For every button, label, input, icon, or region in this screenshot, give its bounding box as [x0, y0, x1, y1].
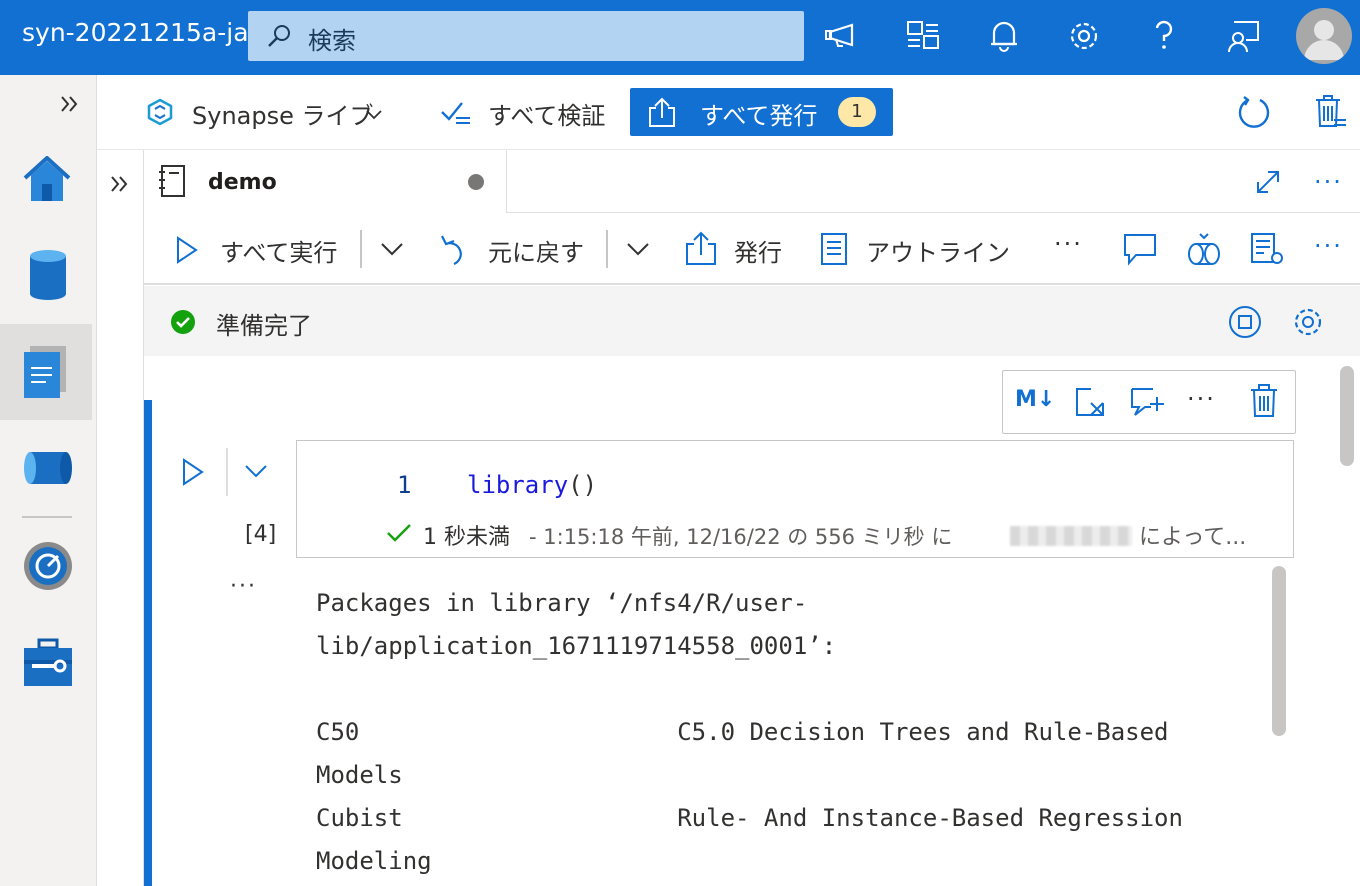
search-placeholder: 検索 [308, 27, 356, 55]
run-all-button[interactable]: すべて実行 [220, 233, 337, 268]
workspace-name[interactable]: syn-20221215a-jap [22, 18, 248, 47]
toolbox-icon [22, 638, 74, 688]
notebook-more-icon[interactable]: ··· [1314, 232, 1343, 260]
separator [360, 230, 362, 268]
properties-icon[interactable] [1250, 232, 1286, 266]
output-scrollbar[interactable] [1272, 566, 1286, 736]
chevron-down-icon[interactable] [364, 108, 384, 122]
document-icon [24, 346, 70, 400]
publish-icon [684, 230, 718, 266]
rail-item-monitor[interactable] [0, 518, 92, 614]
redacted-user-name [1010, 526, 1132, 546]
undo-icon [440, 232, 470, 268]
code-editor[interactable]: 1 library() 1 秒未満 - 1:15:18 午前, 12/16/22… [296, 440, 1294, 558]
validate-all-icon [440, 98, 472, 128]
monitor-gauge-icon [22, 540, 74, 592]
convert-markdown-icon[interactable]: M↓ [1015, 387, 1055, 412]
publish-all-label: すべて発行 [700, 102, 818, 130]
notebook-icon [158, 164, 188, 198]
expand-rail-icon[interactable] [58, 92, 82, 116]
toolbar-more-button[interactable]: ··· [1054, 230, 1083, 258]
unsaved-dot-icon [468, 174, 484, 190]
output-more-button[interactable]: ··· [230, 574, 257, 599]
code-line: library() [467, 471, 597, 499]
rail-item-manage[interactable] [0, 614, 92, 710]
outline-icon [820, 232, 848, 266]
exec-by: によって... [1139, 525, 1247, 550]
outline-button[interactable]: アウトライン [866, 233, 1010, 268]
execution-count: [4] [245, 522, 277, 547]
tab-title: demo [208, 170, 277, 195]
run-all-icon [174, 236, 200, 264]
settings-gear-icon[interactable] [1062, 14, 1106, 58]
run-cell-icon[interactable] [180, 458, 206, 486]
discard-all-icon[interactable] [1312, 94, 1348, 130]
maximize-icon[interactable] [1254, 168, 1282, 196]
status-text: 準備完了 [216, 312, 312, 340]
stop-session-icon[interactable] [1228, 305, 1262, 339]
rail-item-home[interactable] [0, 132, 92, 228]
switch-directory-icon[interactable] [902, 14, 946, 58]
announcement-icon[interactable] [822, 14, 866, 58]
user-avatar[interactable] [1296, 8, 1352, 64]
code-paren: () [568, 471, 598, 499]
rail-item-develop[interactable] [0, 324, 92, 420]
tab-strip [506, 150, 1360, 213]
tab-demo[interactable]: demo [144, 150, 507, 212]
run-cell-chevron-down-icon[interactable] [244, 464, 268, 480]
search-input[interactable]: 検索 [248, 11, 804, 61]
expand-panel-icon[interactable] [108, 172, 132, 196]
help-icon[interactable] [1142, 14, 1186, 58]
code-function: library [467, 471, 569, 499]
cell-toolbar: M↓ ··· [1002, 370, 1296, 434]
cell-output: Packages in library ‘/nfs4/R/user- lib/a… [316, 589, 1183, 875]
exec-check-icon [385, 521, 413, 545]
separator [606, 230, 608, 268]
search-icon [264, 23, 294, 49]
cell-more-icon[interactable]: ··· [1187, 385, 1216, 413]
pending-changes-badge: 1 [838, 97, 876, 127]
notification-bell-icon[interactable] [982, 14, 1026, 58]
synapse-live-label: Synapse ライブ [192, 102, 374, 130]
delete-cell-icon[interactable] [1249, 383, 1279, 419]
undo-chevron-down-icon[interactable] [626, 242, 650, 258]
synapse-live-dropdown[interactable]: Synapse ライブ [192, 96, 374, 131]
validate-all-button[interactable]: すべて検証 [488, 96, 605, 131]
notebook-scrollbar[interactable] [1340, 366, 1354, 466]
comments-icon[interactable] [1122, 232, 1158, 266]
status-check-icon [170, 309, 196, 335]
database-icon [28, 248, 68, 302]
refresh-icon[interactable] [1236, 94, 1272, 130]
upload-icon [646, 96, 678, 128]
tab-more-icon[interactable]: ··· [1314, 168, 1343, 196]
exec-duration: 1 秒未満 [423, 525, 510, 550]
home-icon [22, 156, 72, 202]
synapse-live-icon [146, 98, 174, 126]
clear-output-icon[interactable] [1073, 385, 1107, 419]
line-number: 1 [397, 471, 412, 499]
resource-panel-collapsed [97, 150, 144, 886]
exec-detail: - 1:15:18 午前, 12/16/22 の 556 ミリ秒 に [529, 525, 953, 549]
rail-item-integrate[interactable] [0, 420, 92, 516]
session-settings-icon[interactable] [1290, 304, 1326, 340]
pipeline-icon [22, 448, 74, 488]
rail-item-data[interactable] [0, 228, 92, 324]
feedback-icon[interactable] [1222, 14, 1266, 58]
run-all-chevron-down-icon[interactable] [380, 242, 404, 258]
session-status-bar [144, 286, 1360, 356]
add-comment-icon[interactable] [1129, 385, 1165, 419]
variables-icon[interactable] [1186, 230, 1222, 268]
active-cell-indicator [144, 400, 152, 886]
publish-button[interactable]: 発行 [734, 233, 782, 268]
separator [226, 448, 228, 496]
undo-button[interactable]: 元に戻す [488, 233, 584, 268]
